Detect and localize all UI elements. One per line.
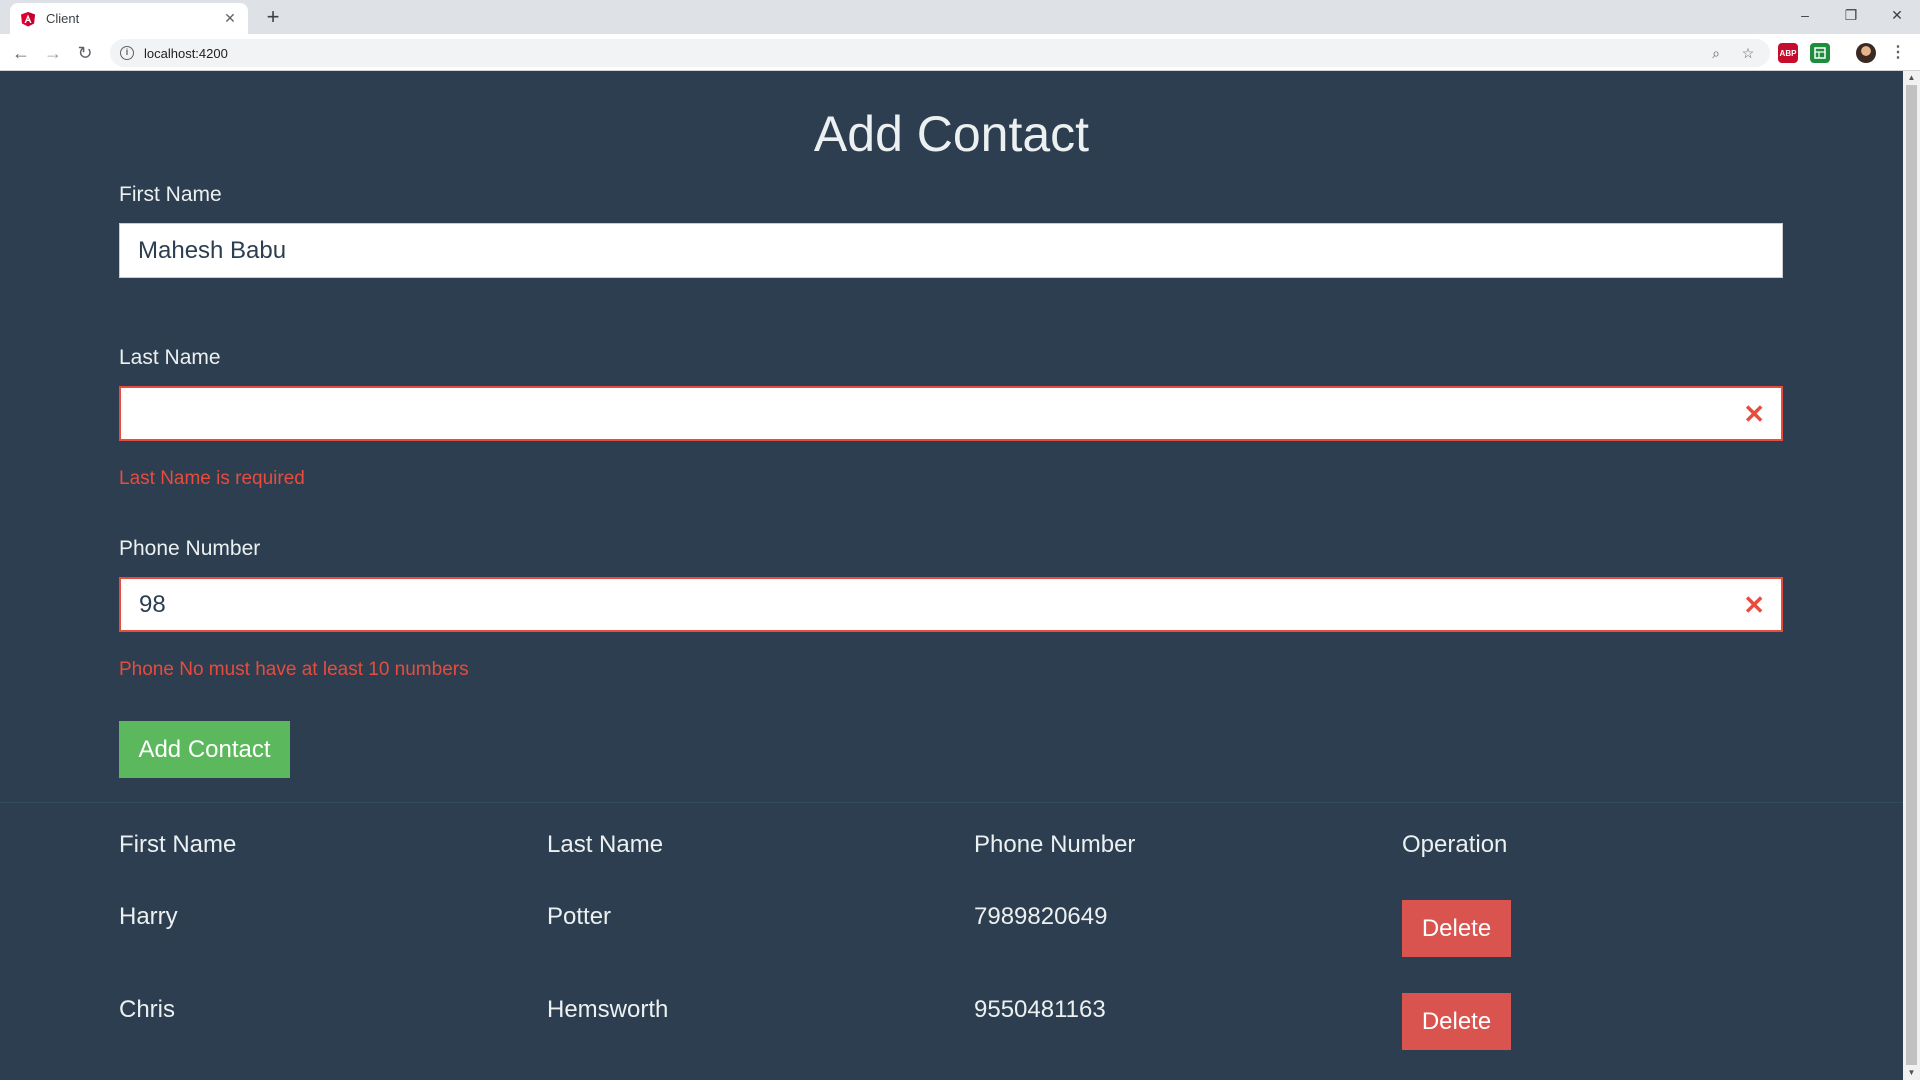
url-text: localhost:4200 [144,45,228,61]
bookmark-star-icon[interactable]: ☆ [1738,43,1758,63]
first-name-label: First Name [119,183,222,206]
table-header-phone: Phone Number [974,831,1136,858]
zoom-icon[interactable]: ⌕ [1706,43,1726,63]
cell-last-name: Potter [547,903,612,930]
cell-last-name: Hemsworth [547,996,669,1023]
first-name-input[interactable]: Mahesh Babu [119,223,1783,278]
adblock-extension-icon[interactable]: ABP [1778,43,1798,63]
address-bar[interactable]: i localhost:4200 [110,39,1770,67]
site-info-icon[interactable]: i [120,46,134,60]
sheets-extension-icon[interactable] [1810,43,1830,63]
app-page: Add Contact First Name Mahesh Babu Last … [0,71,1903,1080]
table-header-first-name: First Name [119,831,237,858]
phone-label: Phone Number [119,537,261,560]
scroll-down-icon[interactable]: ▼ [1903,1066,1920,1080]
page-title: Add Contact [813,106,1090,162]
new-tab-button[interactable]: + [260,5,286,31]
last-name-label: Last Name [119,346,221,369]
last-name-input[interactable]: ✕ [119,386,1783,441]
browser-toolbar: ← → ↻ i localhost:4200 ⌕ ☆ ABP ⋮ [0,34,1920,71]
delete-button[interactable]: Delete [1402,900,1511,957]
phone-value: 98 [139,590,166,618]
cell-first-name: Harry [119,903,178,930]
minimize-button[interactable]: – [1782,0,1828,30]
scroll-thumb[interactable] [1906,85,1917,1065]
cell-first-name: Chris [119,996,176,1023]
section-divider [0,802,1903,803]
invalid-x-icon: ✕ [1743,589,1765,620]
forward-icon[interactable]: → [40,40,66,66]
angular-icon [20,11,36,27]
scroll-up-icon[interactable]: ▲ [1903,71,1920,85]
phone-input[interactable]: 98 ✕ [119,577,1783,632]
cell-phone: 7989820649 [974,903,1108,930]
delete-button[interactable]: Delete [1402,993,1511,1050]
tab-title: Client [46,11,80,26]
back-icon[interactable]: ← [8,40,34,66]
page-scrollbar[interactable]: ▲ ▼ [1903,71,1920,1080]
browser-tab[interactable]: Client ✕ [10,3,248,34]
phone-error: Phone No must have at least 10 numbers [119,659,469,680]
browser-menu-icon[interactable]: ⋮ [1890,43,1906,63]
last-name-error: Last Name is required [119,468,305,489]
profile-avatar[interactable] [1856,43,1876,63]
invalid-x-icon: ✕ [1743,398,1765,429]
cell-phone: 9550481163 [974,996,1106,1023]
tab-close-icon[interactable]: ✕ [222,10,238,27]
table-header-operation: Operation [1402,831,1508,858]
restore-button[interactable]: ❐ [1828,0,1874,30]
add-contact-button[interactable]: Add Contact [119,721,290,778]
reload-icon[interactable]: ↻ [72,40,98,66]
browser-tab-bar: Client ✕ + – ❐ ✕ [0,0,1920,34]
table-header-last-name: Last Name [547,831,664,858]
close-window-button[interactable]: ✕ [1874,0,1920,30]
first-name-value: Mahesh Babu [138,236,287,264]
